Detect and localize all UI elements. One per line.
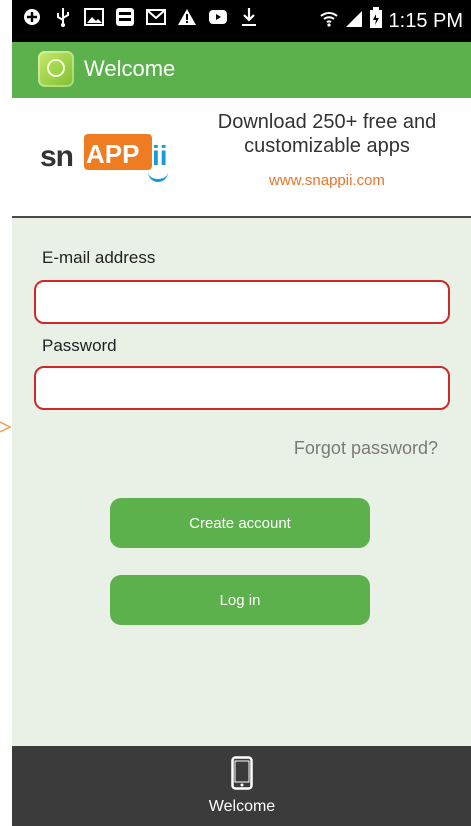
phone-screen: 1:15 PM Welcome sn APP ii Download 250+ … xyxy=(12,0,471,826)
bottom-tab-bar: Welcome xyxy=(12,746,471,826)
email-field[interactable] xyxy=(34,280,450,324)
tab-welcome[interactable]: Welcome xyxy=(172,746,312,826)
action-bar-title: Welcome xyxy=(84,56,176,81)
logo-ii-text: ii xyxy=(152,140,168,171)
logo-sn-text: sn xyxy=(40,140,74,173)
gmail-icon xyxy=(146,7,166,27)
snappii-logo: sn APP ii xyxy=(40,132,172,182)
app-icon xyxy=(115,7,135,27)
password-label: Password xyxy=(42,336,117,355)
email-label: E-mail address xyxy=(42,248,156,267)
signal-icon xyxy=(345,8,363,33)
app-logo-icon[interactable] xyxy=(38,51,74,87)
download-icon xyxy=(239,7,259,27)
phone-icon xyxy=(231,756,253,790)
status-bar: 1:15 PM xyxy=(12,0,471,42)
usb-icon xyxy=(53,7,73,27)
youtube-icon xyxy=(208,7,228,27)
logo-smile xyxy=(148,172,168,182)
log-in-button[interactable]: Log in xyxy=(110,575,370,625)
tab-welcome-label: Welcome xyxy=(208,798,276,815)
create-account-button[interactable]: Create account xyxy=(110,498,370,548)
image-icon xyxy=(84,7,104,27)
warning-icon xyxy=(177,7,197,27)
ad-banner[interactable]: sn APP ii Download 250+ free and customi… xyxy=(12,98,471,218)
password-field[interactable] xyxy=(34,366,450,410)
banner-headline: Download 250+ free and customizable apps xyxy=(217,111,437,157)
battery-icon xyxy=(369,7,383,34)
side-arrow-icon xyxy=(0,421,12,433)
forgot-password-link[interactable]: Forgot password? xyxy=(294,438,438,459)
logo-app-text: APP xyxy=(86,139,140,169)
add-icon xyxy=(22,7,42,27)
banner-url-link[interactable]: www.snappii.com xyxy=(192,172,462,189)
status-right: 1:15 PM xyxy=(319,7,463,34)
wifi-icon xyxy=(319,8,339,33)
status-time: 1:15 PM xyxy=(388,9,463,32)
notification-icons xyxy=(22,7,259,27)
action-bar: Welcome xyxy=(12,42,471,98)
